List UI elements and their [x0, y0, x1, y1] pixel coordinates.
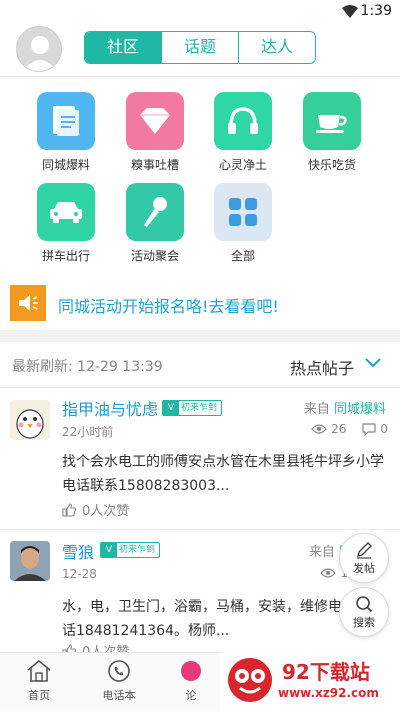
- forum-icon: [181, 661, 201, 681]
- category-label: 心灵净土: [218, 158, 267, 172]
- status-bar: 1:39: [0, 0, 400, 24]
- eye-icon: [311, 424, 327, 434]
- section-gap: [0, 330, 400, 342]
- category-events[interactable]: 活动聚会: [115, 183, 195, 264]
- tab-phonebook[interactable]: 电话本: [84, 659, 154, 703]
- pencil-icon: [357, 542, 372, 559]
- category-food[interactable]: 快乐吃货: [292, 92, 372, 173]
- tab-home[interactable]: 首页: [4, 659, 74, 703]
- post-time: 22小时前: [62, 425, 114, 439]
- post-body[interactable]: 水，电，卫生门，浴霸，马桶，安装，维修电话18481241364。杨师...: [62, 595, 344, 643]
- source-prefix: 来自: [303, 402, 330, 417]
- post-avatar[interactable]: [10, 400, 50, 440]
- post-time: 12-28: [62, 567, 97, 581]
- header: 社区 话题 达人: [0, 24, 400, 76]
- car-icon: [37, 183, 95, 241]
- chevron-down-icon[interactable]: [364, 356, 382, 370]
- post-avatar[interactable]: [10, 541, 50, 581]
- tab-home-label: 首页: [28, 689, 50, 702]
- new-post-button[interactable]: 发帖: [339, 533, 389, 583]
- post-source: 来自 同城爆料: [304, 398, 386, 417]
- post-stats: 26 0: [311, 422, 388, 436]
- thumbs-up-icon: [62, 502, 76, 517]
- watermark-url: www.xz92.com: [278, 686, 379, 700]
- refresh-row: 最新刷新: 12-29 13:39 热点帖子: [0, 342, 400, 388]
- category-jokes[interactable]: 糗事吐槽: [115, 92, 195, 173]
- tab-forum-label: 论: [185, 689, 197, 702]
- category-label: 同城爆料: [41, 158, 90, 172]
- comment-count: 0: [380, 422, 388, 436]
- search-icon: [356, 596, 373, 613]
- category-label: 糗事吐槽: [130, 158, 179, 172]
- tab-community[interactable]: 社区: [85, 32, 161, 63]
- header-divider: [0, 76, 400, 77]
- post-body[interactable]: 找个会水电工的师傅安点水管在木里县牦牛坪乡小学电话联系15808283003..…: [62, 450, 384, 498]
- tab-phonebook-label: 电话本: [102, 689, 136, 702]
- post-author[interactable]: 指甲油与忧虑: [62, 396, 158, 420]
- tab-forum[interactable]: 论: [156, 659, 226, 703]
- category-label: 活动聚会: [130, 249, 179, 263]
- like-row[interactable]: 0人次赞: [62, 500, 129, 519]
- headphones-icon: [214, 92, 272, 150]
- person-avatar-icon: [10, 541, 50, 581]
- user-avatar[interactable]: [16, 26, 62, 72]
- comment-icon: [362, 422, 376, 436]
- grid-icon: [214, 183, 272, 241]
- category-label: 拼车出行: [41, 249, 90, 263]
- speaker-icon: [10, 285, 46, 321]
- user-avatar-icon: [23, 36, 57, 71]
- search-button[interactable]: 搜索: [339, 587, 389, 637]
- phonebook-icon: [108, 660, 130, 682]
- new-post-label: 发帖: [353, 562, 375, 575]
- refresh-label: 最新刷新:: [12, 359, 73, 375]
- category-local-news[interactable]: 同城爆料: [26, 92, 106, 173]
- tab-experts[interactable]: 达人: [238, 32, 315, 63]
- category-all[interactable]: 全部: [203, 183, 283, 264]
- level-badge: 初来乍到: [162, 400, 223, 416]
- post-item[interactable]: 指甲油与忧虑 初来乍到 来自 同城爆料 22小时前 26 0 找个会水电工的师傅…: [0, 388, 400, 530]
- wifi-icon: [342, 5, 358, 18]
- tab-topics[interactable]: 话题: [161, 32, 238, 63]
- refresh-info: 最新刷新: 12-29 13:39: [12, 356, 163, 376]
- eye-icon: [320, 568, 337, 578]
- hot-posts-dropdown[interactable]: 热点帖子: [290, 355, 354, 379]
- category-label: 快乐吃货: [307, 158, 356, 172]
- level-badge: 初来乍到: [100, 542, 161, 558]
- category-soul[interactable]: 心灵净土: [203, 92, 283, 173]
- view-count: 26: [331, 422, 347, 436]
- top-tabs: 社区 话题 达人: [84, 31, 316, 64]
- category-label: 全部: [230, 249, 255, 263]
- source-category[interactable]: 同城爆料: [334, 402, 386, 417]
- source-prefix: 来自: [308, 545, 335, 560]
- site-logo: [228, 658, 272, 702]
- status-time: 1:39: [360, 3, 392, 19]
- notice-text: 同城活动开始报名咯!去看看吧!: [58, 297, 279, 316]
- download-site-watermark: 92下载站 www.xz92.com: [220, 652, 400, 711]
- refresh-time: 12-29 13:39: [77, 359, 163, 375]
- activity-notice[interactable]: 同城活动开始报名咯!去看看吧!: [0, 285, 400, 323]
- watermark-title: 92下载站: [282, 660, 370, 684]
- home-icon: [27, 659, 51, 682]
- microphone-icon: [126, 183, 184, 241]
- like-count: 0人次赞: [82, 504, 130, 519]
- category-carpool[interactable]: 拼车出行: [26, 183, 106, 264]
- post-author[interactable]: 雪狼: [62, 539, 94, 563]
- diamond-icon: [126, 92, 184, 150]
- penguin-avatar-icon: [16, 409, 44, 439]
- document-icon: [37, 92, 95, 150]
- search-label: 搜索: [353, 616, 375, 629]
- teacup-icon: [303, 92, 361, 150]
